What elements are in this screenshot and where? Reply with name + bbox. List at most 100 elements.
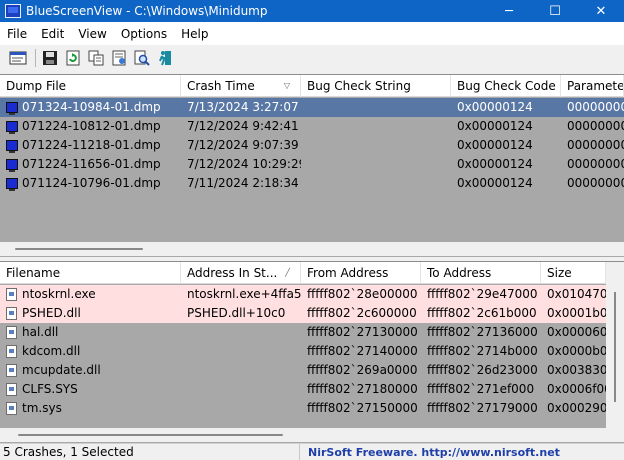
crash-time: 7/13/2024 3:27:07 ... [187,100,301,114]
bug-check-string [301,174,451,193]
dump-list-hscrollbar[interactable] [0,242,624,256]
driver-list-hscrollbar[interactable] [0,428,624,442]
dump-file-name: 071224-11218-01.dmp [22,138,161,152]
properties-button[interactable] [8,48,28,68]
window-title: BlueScreenView - C:\Windows\Minidump [26,4,268,18]
menu-bar: File Edit View Options Help [0,22,624,45]
bug-check-code: 0x00000124 [457,100,533,114]
properties-icon [9,51,27,65]
bug-check-code: 0x00000124 [457,157,533,171]
dump-row[interactable]: 071124-10796-01.dmp 7/11/2024 2:18:34 ..… [0,174,624,193]
drivers-list[interactable]: Filename Address In St... ╱ From Address… [0,261,624,443]
menu-view[interactable]: View [71,27,113,41]
driver-file-icon [6,288,17,301]
col-parameter[interactable]: Parameter [561,75,624,97]
dump-row[interactable]: 071224-10812-01.dmp 7/12/2024 9:42:41 ..… [0,117,624,136]
dump-file-icon [6,121,18,134]
driver-row[interactable]: hal.dll fffff802`27130000 fffff802`27136… [0,323,624,342]
driver-list-vscrollbar[interactable] [606,262,624,428]
driver-list-header: Filename Address In St... ╱ From Address… [0,262,624,284]
from-address: fffff802`27140000 [307,344,418,358]
copy-icon [88,50,104,66]
scroll-thumb[interactable] [18,434,283,436]
col-address-in-stack-label: Address In St... [187,266,278,280]
to-address: fffff802`2714b000 [427,344,538,358]
parameter: 00000000`0 [567,157,624,171]
menu-edit[interactable]: Edit [34,27,71,41]
dump-list-header: Dump File Crash Time ▽ Bug Check String … [0,75,624,97]
minimize-button[interactable]: ─ [486,0,532,22]
maximize-button[interactable]: ☐ [532,0,578,22]
driver-filename: tm.sys [22,401,62,415]
exit-icon [159,51,171,66]
size: 0x0000b000 [547,344,606,358]
bug-check-code: 0x00000124 [457,176,533,190]
close-button[interactable]: ✕ [578,0,624,22]
address-in-stack [181,399,301,418]
parameter: 00000000`0 [567,119,624,133]
bug-check-string [301,98,451,117]
driver-file-icon [6,307,17,320]
scroll-thumb[interactable] [614,292,616,402]
crash-time: 7/12/2024 9:07:39 ... [187,138,301,152]
col-dump-file[interactable]: Dump File [0,75,181,97]
parameter: 00000000`0 [567,176,624,190]
bug-check-string [301,155,451,174]
bug-check-code: 0x00000124 [457,138,533,152]
refresh-icon [66,50,80,66]
driver-file-icon [6,383,17,396]
driver-row[interactable]: PSHED.dll PSHED.dll+10c0 fffff802`2c6000… [0,304,624,323]
from-address: fffff802`28e00000 [307,287,418,301]
driver-filename: PSHED.dll [22,306,81,320]
html-report-button[interactable] [109,48,129,68]
dump-files-list[interactable]: Dump File Crash Time ▽ Bug Check String … [0,74,624,257]
bug-check-string [301,117,451,136]
size: 0x01047000 [547,287,606,301]
menu-help[interactable]: Help [174,27,215,41]
driver-filename: ntoskrnl.exe [22,287,96,301]
title-bar: BlueScreenView - C:\Windows\Minidump ─ ☐… [0,0,624,22]
from-address: fffff802`27150000 [307,401,418,415]
driver-row[interactable]: mcupdate.dll fffff802`269a0000 fffff802`… [0,361,624,380]
size: 0x00006000 [547,325,606,339]
menu-options[interactable]: Options [114,27,174,41]
save-button[interactable] [40,48,60,68]
size: 0x0006f000 [547,382,606,396]
col-to-address[interactable]: To Address [421,262,541,284]
copy-button[interactable] [86,48,106,68]
col-bug-check-code[interactable]: Bug Check Code [451,75,561,97]
col-size[interactable]: Size [541,262,606,284]
col-from-address[interactable]: From Address [301,262,421,284]
col-crash-time[interactable]: Crash Time ▽ [181,75,301,97]
to-address: fffff802`27179000 [427,401,538,415]
dump-file-name: 071224-11656-01.dmp [22,157,161,171]
driver-filename: CLFS.SYS [22,382,78,396]
exit-button[interactable] [155,48,175,68]
refresh-button[interactable] [63,48,83,68]
dump-file-icon [6,140,18,153]
scroll-thumb[interactable] [15,248,143,250]
col-crash-time-label: Crash Time [187,79,255,93]
nirsoft-link[interactable]: NirSoft Freeware. http://www.nirsoft.net [300,444,560,460]
dump-row[interactable]: 071224-11656-01.dmp 7/12/2024 10:29:29..… [0,155,624,174]
dump-row[interactable]: 071224-11218-01.dmp 7/12/2024 9:07:39 ..… [0,136,624,155]
dump-file-icon [6,159,18,172]
to-address: fffff802`2c61b000 [427,306,537,320]
driver-row[interactable]: kdcom.dll fffff802`27140000 fffff802`271… [0,342,624,361]
toolbar-separator [35,49,36,67]
find-button[interactable] [132,48,152,68]
driver-row[interactable]: tm.sys fffff802`27150000 fffff802`271790… [0,399,624,418]
menu-file[interactable]: File [0,27,34,41]
driver-row[interactable]: CLFS.SYS fffff802`27180000 fffff802`271e… [0,380,624,399]
html-report-icon [112,50,126,66]
col-filename[interactable]: Filename [0,262,181,284]
find-icon [134,50,150,66]
dump-row[interactable]: 071324-10984-01.dmp 7/13/2024 3:27:07 ..… [0,98,624,117]
driver-file-icon [6,364,17,377]
col-address-in-stack[interactable]: Address In St... ╱ [181,262,301,284]
col-bug-check-string[interactable]: Bug Check String [301,75,451,97]
size: 0x00029000 [547,401,606,415]
crash-time: 7/11/2024 2:18:34 ... [187,176,301,190]
driver-row[interactable]: ntoskrnl.exe ntoskrnl.exe+4ffa5b fffff80… [0,285,624,304]
dump-file-name: 071124-10796-01.dmp [22,176,161,190]
